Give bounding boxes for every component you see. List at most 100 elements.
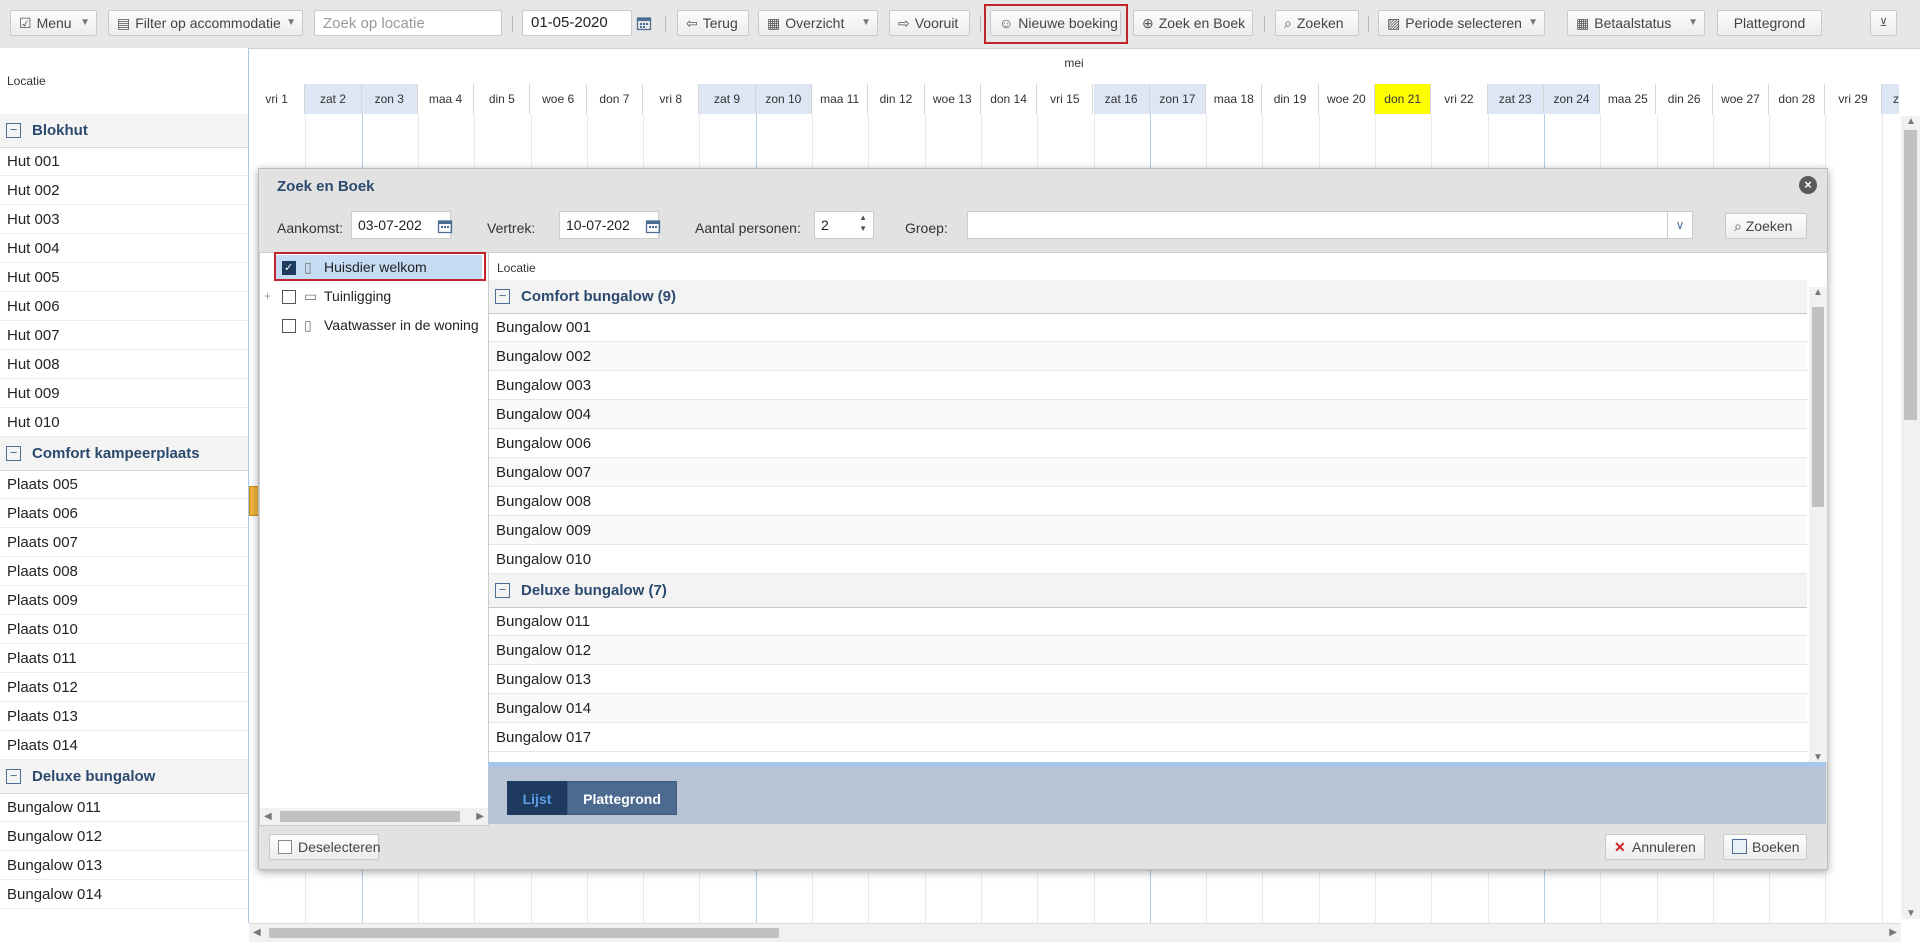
collapse-icon[interactable]: − [6, 769, 21, 784]
filter-checkbox[interactable] [282, 290, 296, 304]
location-row[interactable]: Bungalow 013 [0, 851, 248, 880]
location-row[interactable]: Hut 005 [0, 263, 248, 292]
location-row[interactable]: Bungalow 014 [0, 880, 248, 909]
location-row[interactable]: Hut 009 [0, 379, 248, 408]
day-header[interactable]: zon 10 [755, 84, 812, 114]
persons-stepper[interactable]: 2 ▲ ▼ [814, 211, 874, 239]
day-header[interactable]: zat 16 [1093, 84, 1150, 114]
location-row[interactable]: Plaats 014 [0, 731, 248, 760]
location-group-header[interactable]: − Blokhut [0, 114, 248, 148]
location-row[interactable]: Plaats 008 [0, 557, 248, 586]
result-group-header[interactable]: − Deluxe bungalow (7) [489, 574, 1807, 608]
location-row[interactable]: Bungalow 012 [0, 822, 248, 851]
forward-button[interactable]: ⇨ Vooruit [889, 10, 970, 36]
result-row[interactable]: Bungalow 006 [489, 429, 1807, 458]
map-button[interactable]: Plattegrond [1717, 10, 1822, 36]
result-row[interactable]: Bungalow 003 [489, 371, 1807, 400]
cancel-button[interactable]: ✕ Annuleren [1605, 834, 1705, 860]
result-row[interactable]: Bungalow 017 [489, 723, 1807, 752]
day-header[interactable]: din 5 [474, 84, 531, 114]
day-header[interactable]: din 12 [868, 84, 925, 114]
book-button[interactable]: Boeken [1723, 834, 1807, 860]
day-header[interactable]: maa 11 [812, 84, 869, 114]
search-button[interactable]: ⌕ Zoeken [1275, 10, 1359, 36]
location-row[interactable]: Hut 003 [0, 205, 248, 234]
horizontal-scrollbar[interactable]: ◀ ▶ [249, 923, 1901, 942]
horizontal-scroll-thumb[interactable] [269, 928, 779, 938]
results-scroll-thumb[interactable] [1812, 307, 1824, 507]
overview-button[interactable]: ▦ Overzicht ▼ [758, 10, 878, 36]
result-row[interactable]: Bungalow 007 [489, 458, 1807, 487]
location-row[interactable]: Plaats 010 [0, 615, 248, 644]
dialog-search-button[interactable]: ⌕ Zoeken [1725, 213, 1807, 239]
vertical-scroll-thumb[interactable] [1904, 130, 1917, 420]
day-header[interactable]: woe 13 [924, 84, 981, 114]
result-row[interactable]: Bungalow 011 [489, 607, 1807, 636]
result-row[interactable]: Bungalow 002 [489, 342, 1807, 371]
day-header[interactable]: din 19 [1262, 84, 1319, 114]
day-header[interactable]: zat 9 [699, 84, 756, 114]
calendar-icon[interactable] [437, 218, 453, 234]
vertical-scrollbar[interactable]: ▲ ▼ [1901, 116, 1920, 919]
scroll-down-icon[interactable]: ▼ [1906, 908, 1916, 919]
tab-list[interactable]: Lijst [507, 781, 567, 815]
period-select-button[interactable]: ▨ Periode selecteren ▼ [1378, 10, 1545, 36]
day-header[interactable]: zat 30 [1881, 84, 1899, 114]
scroll-right-icon[interactable]: ▶ [1889, 927, 1897, 938]
payment-status-button[interactable]: ▦ Betaalstatus ▼ [1567, 10, 1705, 36]
day-header[interactable]: vri 8 [643, 84, 700, 114]
result-row[interactable]: Bungalow 008 [489, 487, 1807, 516]
result-row[interactable]: Bungalow 004 [489, 400, 1807, 429]
location-row[interactable]: Hut 006 [0, 292, 248, 321]
day-header[interactable]: vri 1 [249, 84, 306, 114]
location-row[interactable]: Plaats 007 [0, 528, 248, 557]
collapse-icon[interactable]: − [6, 123, 21, 138]
result-row[interactable]: Bungalow 013 [489, 665, 1807, 694]
location-row[interactable]: Hut 002 [0, 176, 248, 205]
scroll-left-icon[interactable]: ◀ [253, 927, 261, 938]
tree-horizontal-scrollbar[interactable]: ◀ ▶ [260, 808, 488, 825]
deselect-button[interactable]: Deselecteren [269, 834, 381, 860]
collapse-icon[interactable]: − [6, 446, 21, 461]
filter-accommodation-button[interactable]: ▤ Filter op accommodatie ▼ [108, 10, 303, 36]
calendar-icon[interactable] [636, 15, 652, 31]
result-row[interactable]: Bungalow 001 [489, 313, 1807, 342]
day-header[interactable]: zon 24 [1543, 84, 1601, 114]
expand-icon[interactable]: + [264, 284, 271, 308]
day-header[interactable]: woe 6 [530, 84, 587, 114]
scroll-up-icon[interactable]: ▲ [1906, 116, 1916, 127]
location-row[interactable]: Plaats 005 [0, 470, 248, 499]
collapse-icon[interactable]: − [495, 583, 510, 598]
day-header[interactable]: maa 25 [1600, 84, 1657, 114]
location-row[interactable]: Plaats 012 [0, 673, 248, 702]
filter-checkbox[interactable] [282, 319, 296, 333]
day-header[interactable]: zat 23 [1487, 84, 1544, 114]
location-row[interactable]: Hut 001 [0, 147, 248, 176]
menu-button[interactable]: ☑ Menu ▼ [10, 10, 97, 36]
day-header[interactable]: don 28 [1769, 84, 1826, 114]
search-location-input[interactable] [315, 14, 501, 32]
search-and-book-button[interactable]: ⊕ Zoek en Boek [1133, 10, 1253, 36]
day-header[interactable]: don 21 [1375, 84, 1432, 114]
location-row[interactable]: Plaats 006 [0, 499, 248, 528]
day-header[interactable]: vri 29 [1825, 84, 1882, 114]
location-row[interactable]: Plaats 009 [0, 586, 248, 615]
location-row[interactable]: Hut 010 [0, 408, 248, 437]
day-header[interactable]: vri 22 [1431, 84, 1488, 114]
day-header[interactable]: maa 18 [1206, 84, 1263, 114]
day-header[interactable]: woe 20 [1318, 84, 1375, 114]
result-row[interactable]: Bungalow 012 [489, 636, 1807, 665]
tab-map[interactable]: Plattegrond [567, 781, 677, 815]
collapse-icon[interactable]: − [495, 289, 510, 304]
location-row[interactable]: Hut 008 [0, 350, 248, 379]
location-group-header[interactable]: − Deluxe bungalow [0, 760, 248, 794]
tree-scroll-thumb[interactable] [280, 811, 460, 822]
group-select[interactable]: ∨ [967, 211, 1693, 239]
close-icon[interactable]: × [1799, 176, 1817, 194]
day-header[interactable]: zon 3 [361, 84, 418, 114]
back-button[interactable]: ⇦ Terug [677, 10, 749, 36]
day-header[interactable]: zon 17 [1149, 84, 1207, 114]
result-row[interactable]: Bungalow 014 [489, 694, 1807, 723]
location-row[interactable]: Plaats 011 [0, 644, 248, 673]
day-header[interactable]: don 7 [586, 84, 644, 114]
